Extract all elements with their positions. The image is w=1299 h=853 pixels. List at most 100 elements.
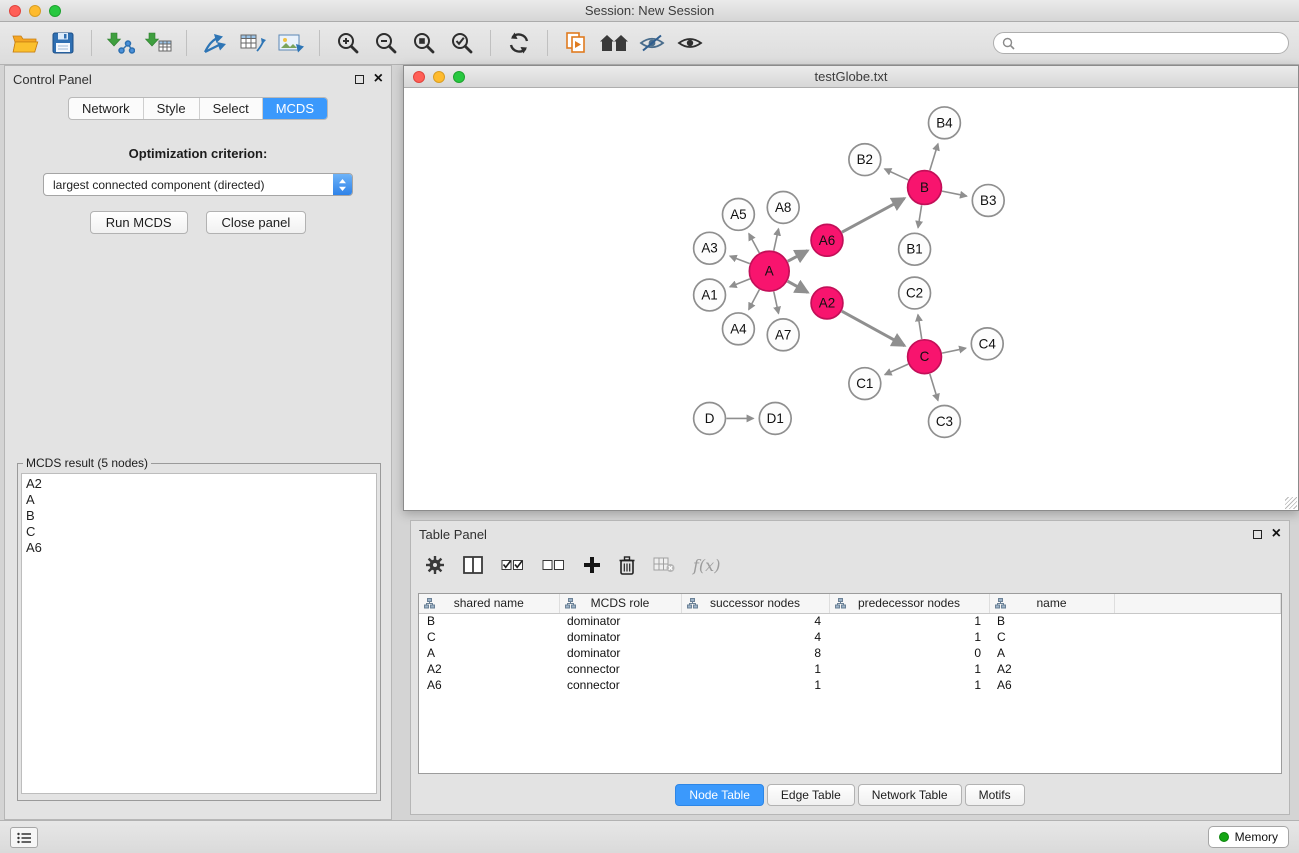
node-C3[interactable]: C3 — [929, 405, 961, 437]
open-snapshot-button[interactable] — [557, 25, 595, 61]
column-header-successor-nodes[interactable]: successor nodes — [681, 594, 829, 613]
node-A4[interactable]: A4 — [722, 313, 754, 345]
export-table-button[interactable] — [234, 25, 272, 61]
export-image-button[interactable] — [272, 25, 310, 61]
table-row[interactable]: A6 connector 1 1 A6 — [419, 677, 1281, 693]
task-history-button[interactable] — [10, 827, 38, 848]
tab-node-table[interactable]: Node Table — [675, 784, 764, 806]
node-A7[interactable]: A7 — [767, 319, 799, 351]
edge-B-B4[interactable] — [930, 144, 938, 171]
node-B1[interactable]: B1 — [899, 233, 931, 265]
node-A1[interactable]: A1 — [694, 279, 726, 311]
node-A2[interactable]: A2 — [811, 287, 843, 319]
edge-A-A7[interactable] — [774, 292, 779, 314]
node-C[interactable]: C — [908, 340, 942, 374]
column-type-icon — [687, 598, 698, 612]
table-row[interactable]: A dominator 8 0 A — [419, 645, 1281, 661]
node-C4[interactable]: C4 — [971, 328, 1003, 360]
criterion-select[interactable]: largest connected component (directed) — [43, 173, 353, 196]
tab-motifs[interactable]: Motifs — [965, 784, 1025, 806]
tab-edge-table[interactable]: Edge Table — [767, 784, 855, 806]
delete-column-button[interactable] — [619, 556, 635, 575]
close-panel-button[interactable]: Close panel — [206, 211, 307, 234]
add-column-button[interactable] — [583, 556, 601, 574]
edge-A2-C[interactable] — [842, 311, 905, 346]
node-D[interactable]: D — [694, 403, 726, 435]
search-input[interactable] — [1020, 36, 1280, 50]
close-table-panel-icon[interactable]: × — [1272, 529, 1281, 539]
new-network-button[interactable] — [196, 25, 234, 61]
node-D1[interactable]: D1 — [759, 403, 791, 435]
home-button[interactable] — [595, 25, 633, 61]
function-builder-button[interactable]: f(x) — [693, 556, 720, 575]
tab-select[interactable]: Select — [200, 98, 263, 119]
memory-button[interactable]: Memory — [1208, 826, 1289, 848]
graphics-details-button[interactable] — [633, 25, 671, 61]
delete-table-button[interactable] — [653, 557, 675, 573]
zoom-in-button[interactable] — [329, 25, 367, 61]
node-B4[interactable]: B4 — [929, 107, 961, 139]
edge-A-A3[interactable] — [730, 256, 750, 264]
mcds-result-title: MCDS result (5 nodes) — [23, 456, 151, 470]
zoom-fit-button[interactable] — [405, 25, 443, 61]
import-table-button[interactable] — [139, 25, 177, 61]
zoom-selected-button[interactable] — [443, 25, 481, 61]
edge-B-B3[interactable] — [942, 191, 967, 196]
edge-A-A2[interactable] — [788, 281, 808, 292]
node-C2[interactable]: C2 — [899, 277, 931, 309]
edge-A-A1[interactable] — [730, 279, 750, 287]
column-header-mcds-role[interactable]: MCDS role — [559, 594, 681, 613]
edge-C-C3[interactable] — [930, 374, 938, 401]
window-resize-grip[interactable] — [1285, 497, 1297, 509]
import-network-button[interactable] — [101, 25, 139, 61]
titlebar[interactable]: Session: New Session — [0, 0, 1299, 22]
column-header-shared-name[interactable]: shared name — [419, 594, 559, 613]
column-header-name[interactable]: name — [989, 594, 1114, 613]
deselect-all-button[interactable] — [542, 559, 565, 571]
svg-text:A1: A1 — [701, 287, 717, 302]
node-A3[interactable]: A3 — [694, 232, 726, 264]
edge-A-A6[interactable] — [788, 251, 808, 262]
tab-mcds[interactable]: MCDS — [263, 98, 327, 119]
table-row[interactable]: A2 connector 1 1 A2 — [419, 661, 1281, 677]
edge-C-C1[interactable] — [885, 364, 908, 375]
show-graphics-button[interactable] — [671, 25, 709, 61]
tab-network[interactable]: Network — [69, 98, 144, 119]
edge-C-C2[interactable] — [918, 315, 922, 339]
select-all-button[interactable] — [501, 559, 524, 571]
table-settings-button[interactable] — [425, 555, 445, 575]
node-A8[interactable]: A8 — [767, 192, 799, 224]
open-file-button[interactable] — [6, 25, 44, 61]
edge-B-B1[interactable] — [918, 205, 922, 227]
edge-A-A8[interactable] — [774, 229, 779, 251]
network-window-titlebar[interactable]: testGlobe.txt — [404, 66, 1298, 88]
network-canvas[interactable]: B4 B2 B B3 A5 A8 A6 A3 B1 A C2 A1 A2 A4 A7 C4 C C1 C3 D D1 — [404, 88, 1298, 510]
node-A[interactable]: A — [749, 251, 789, 291]
node-B[interactable]: B — [908, 171, 942, 205]
refresh-view-button[interactable] — [500, 25, 538, 61]
float-panel-icon[interactable] — [355, 75, 364, 84]
table-row[interactable]: C dominator 4 1 C — [419, 629, 1281, 645]
close-panel-icon[interactable]: × — [374, 74, 383, 84]
node-A5[interactable]: A5 — [722, 198, 754, 230]
edge-A6-B[interactable] — [842, 198, 905, 232]
show-columns-button[interactable] — [463, 556, 483, 574]
table-row[interactable]: B dominator 4 1 B — [419, 613, 1281, 629]
save-session-button[interactable] — [44, 25, 82, 61]
node-B2[interactable]: B2 — [849, 144, 881, 176]
node-A6[interactable]: A6 — [811, 224, 843, 256]
tab-style[interactable]: Style — [144, 98, 200, 119]
edge-B-B2[interactable] — [885, 169, 909, 180]
run-mcds-button[interactable]: Run MCDS — [90, 211, 188, 234]
edge-A-A5[interactable] — [749, 234, 759, 253]
edge-C-C4[interactable] — [942, 348, 966, 353]
search-box[interactable] — [993, 32, 1289, 54]
column-header-predecessor-nodes[interactable]: predecessor nodes — [829, 594, 989, 613]
float-table-panel-icon[interactable] — [1253, 530, 1262, 539]
node-B3[interactable]: B3 — [972, 185, 1004, 217]
node-C1[interactable]: C1 — [849, 368, 881, 400]
mcds-result-list[interactable]: A2 A B C A6 — [21, 473, 377, 794]
edge-A-A4[interactable] — [749, 290, 760, 310]
tab-network-table[interactable]: Network Table — [858, 784, 962, 806]
zoom-out-button[interactable] — [367, 25, 405, 61]
